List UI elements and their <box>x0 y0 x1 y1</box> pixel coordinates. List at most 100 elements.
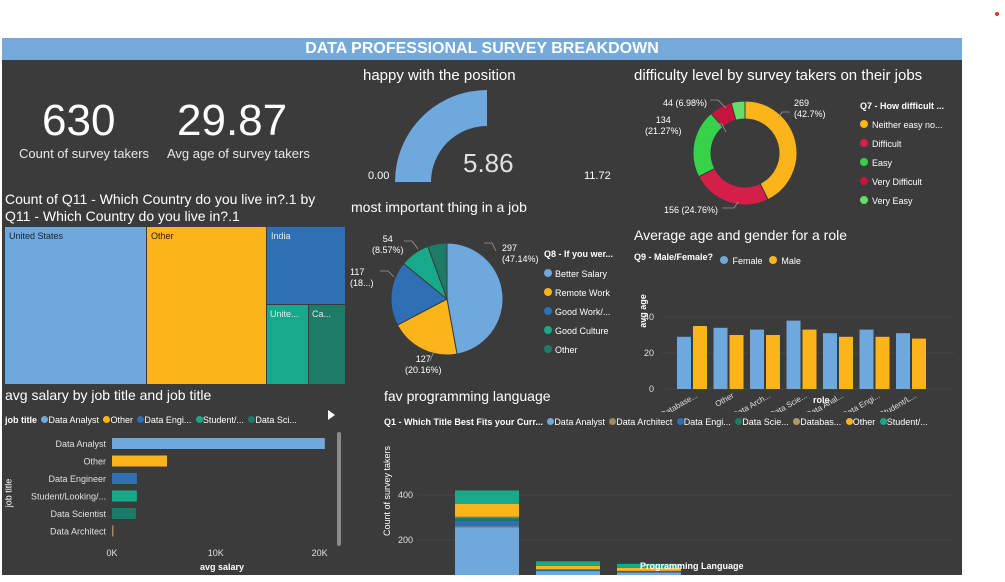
age-bar[interactable] <box>766 335 780 389</box>
legend-dot <box>860 196 868 204</box>
age-bar[interactable] <box>750 329 764 389</box>
donut-legend-item[interactable]: Easy <box>860 153 943 172</box>
lang-bar-segment[interactable] <box>455 490 519 505</box>
legend-label[interactable]: Other <box>853 417 876 427</box>
age-bar[interactable] <box>875 336 890 389</box>
legend-label[interactable]: Student/... <box>203 415 244 425</box>
dashboard-title: DATA PROFESSIONAL SURVEY BREAKDOWN <box>2 38 962 60</box>
kpi-count-label: Count of survey takers <box>19 146 150 161</box>
age-bar[interactable] <box>859 329 874 389</box>
lang-bar-segment[interactable] <box>536 561 600 566</box>
x-tick-label: Other <box>714 391 736 409</box>
donut-legend-item[interactable]: Very Difficult <box>860 172 943 191</box>
age-bar[interactable] <box>729 335 744 389</box>
lang-chart[interactable]: 0200400PythonROtherC/C++JavaScriptJava <box>387 430 957 575</box>
lang-bar-segment[interactable] <box>455 516 519 518</box>
treemap-tile-other[interactable]: Other <box>147 227 266 384</box>
legend-label[interactable]: Data Architect <box>616 417 672 427</box>
gauge-min-label: 0.00 <box>368 170 390 182</box>
legend-next-arrow-icon[interactable] <box>328 410 335 420</box>
legend-label: Better Salary <box>555 269 608 279</box>
donut-title: difficulty level by survey takers on the… <box>634 67 923 84</box>
lang-bar-segment[interactable] <box>536 569 600 571</box>
status-dot-icon <box>995 12 999 16</box>
age-bar[interactable] <box>823 333 837 389</box>
legend-label: Good Work/... <box>555 307 611 317</box>
age-bar[interactable] <box>839 336 853 389</box>
donut-legend-item[interactable]: Difficult <box>860 134 943 153</box>
salary-chart[interactable]: Data Analyst Other Data Engineer Student/Lo… <box>12 430 342 570</box>
lang-bar-segment[interactable] <box>455 520 519 527</box>
lang-bar-segment[interactable] <box>536 570 600 572</box>
pie-legend-item[interactable]: Remote Work <box>544 283 610 302</box>
x-tick-label: 10K <box>208 548 224 558</box>
lang-xlabel: Programming Language <box>640 561 744 571</box>
legend-label: Very Difficult <box>872 177 922 187</box>
lang-bar-segment[interactable] <box>617 571 681 573</box>
legend-dot <box>860 177 868 185</box>
legend-label[interactable]: Data Engi... <box>144 415 191 425</box>
legend-title: Q1 - Which Title Best Fits your Curr... <box>384 417 543 427</box>
y-tick-label: 20 <box>644 348 654 358</box>
salary-bar[interactable] <box>112 508 136 519</box>
treemap-tile-label: Unite... <box>270 309 299 319</box>
legend-label[interactable]: Data Engi... <box>684 417 731 427</box>
gauge-max-label: 11.72 <box>584 170 611 182</box>
age-bar[interactable] <box>802 329 817 389</box>
age-bar[interactable] <box>713 327 728 389</box>
legend-label[interactable]: Databas... <box>800 417 841 427</box>
legend-label: Other <box>555 345 578 355</box>
pie-legend-item[interactable]: Better Salary <box>544 264 610 283</box>
treemap-tile-india[interactable]: India <box>267 227 345 304</box>
treemap-chart[interactable]: United States Other India Unite... Ca... <box>5 227 345 384</box>
age-bar[interactable] <box>896 333 910 389</box>
donut-legend-item[interactable]: Neither easy no... <box>860 115 943 134</box>
y-tick-label: Data Architect <box>50 527 107 537</box>
legend-dot <box>860 158 868 166</box>
pie-label-117: 117 (18...) <box>350 267 374 288</box>
salary-ylabel: job title <box>3 478 14 508</box>
pie-legend-title: Q8 - If you wer... <box>544 249 614 259</box>
legend-label[interactable]: Data Sci... <box>255 415 297 425</box>
kpi-count-value: 630 <box>42 96 116 145</box>
age-bar[interactable] <box>677 336 691 389</box>
salary-scrollbar[interactable] <box>337 432 341 546</box>
age-gender-chart[interactable]: 02040Database... OtherData Arch...Data Sc… <box>634 262 959 412</box>
y-tick-label: 400 <box>398 490 413 500</box>
y-tick-label: Student/Looking/... <box>31 492 106 502</box>
lang-bar-segment[interactable] <box>617 571 681 572</box>
pie-legend-item[interactable]: Good Work/... <box>544 302 610 321</box>
bottom-strip <box>0 575 1005 582</box>
pie-legend-item[interactable]: Good Culture <box>544 321 610 340</box>
salary-bar[interactable] <box>112 473 137 484</box>
treemap-tile-canada[interactable]: Ca... <box>309 305 345 384</box>
lang-bar-segment[interactable] <box>455 504 519 517</box>
salary-bar[interactable] <box>112 438 325 449</box>
treemap-tile-united-states[interactable]: United States <box>5 227 146 384</box>
x-tick-label: Data Scie... <box>768 391 808 412</box>
salary-bar[interactable] <box>112 490 137 502</box>
lang-bar-segment[interactable] <box>536 565 600 570</box>
donut-legend-item[interactable]: Very Easy <box>860 191 943 210</box>
gauge-value-label: 5.86 <box>463 148 514 178</box>
y-tick-label: 0 <box>649 384 654 394</box>
legend-label[interactable]: Student/... <box>887 417 928 427</box>
lang-bar-segment[interactable] <box>455 517 519 521</box>
dashboard: DATA PROFESSIONAL SURVEY BREAKDOWN 630 C… <box>2 38 962 575</box>
y-tick-label: Other <box>83 457 106 467</box>
age-gender-legend-title: Q9 - Male/Female? <box>634 252 714 262</box>
lang-bar-segment[interactable] <box>455 526 519 528</box>
legend-label[interactable]: Data Scie... <box>742 417 789 427</box>
age-bar[interactable] <box>786 320 801 389</box>
salary-bar[interactable] <box>112 525 114 537</box>
pie-legend-item[interactable]: Other <box>544 340 610 359</box>
age-bar[interactable] <box>912 338 926 389</box>
lang-bar-segment[interactable] <box>455 527 519 575</box>
treemap-tile-label: United States <box>9 231 64 241</box>
legend-label[interactable]: Other <box>110 415 133 425</box>
legend-label[interactable]: Data Analyst <box>554 417 605 427</box>
treemap-tile-united-kingdom[interactable]: Unite... <box>267 305 308 384</box>
legend-label[interactable]: Data Analyst <box>48 415 99 425</box>
age-bar[interactable] <box>693 326 707 389</box>
salary-bar[interactable] <box>112 455 168 467</box>
